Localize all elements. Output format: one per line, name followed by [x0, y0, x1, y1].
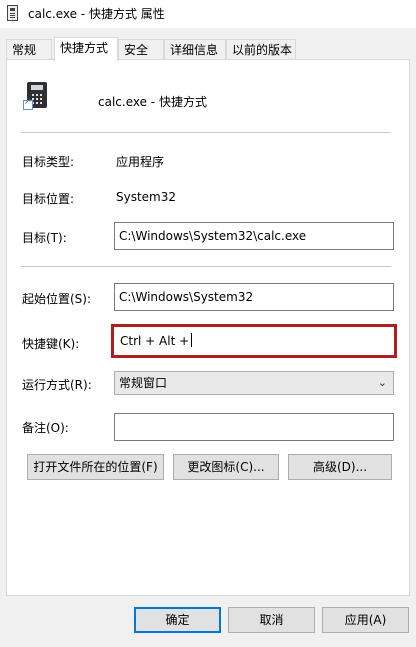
start-in-input[interactable]: C:\Windows\System32	[114, 283, 394, 311]
calculator-shortcut-icon	[23, 82, 51, 112]
advanced-button[interactable]: 高级(D)...	[288, 454, 392, 480]
run-label: 运行方式(R):	[22, 378, 92, 392]
properties-dialog: calc.exe - 快捷方式 属性 常规 快捷方式 安全 详细信息 以前的版本…	[0, 0, 416, 647]
tab-shortcut[interactable]: 快捷方式	[54, 37, 118, 61]
shortcut-arrow-icon	[23, 97, 33, 110]
text-caret	[191, 333, 193, 347]
run-select-value: 常规窗口	[119, 376, 168, 390]
window-title: calc.exe - 快捷方式 属性	[28, 7, 165, 21]
divider	[21, 132, 391, 133]
tab-details[interactable]: 详细信息	[164, 39, 226, 60]
hotkey-value: Ctrl + Alt +	[120, 334, 190, 348]
target-input[interactable]: C:\Windows\System32\calc.exe	[114, 222, 394, 250]
ok-button[interactable]: 确定	[134, 607, 221, 633]
target-label: 目标(T):	[22, 231, 67, 245]
shortcut-panel: calc.exe - 快捷方式 目标类型: 应用程序 目标位置: System3…	[6, 59, 410, 596]
comment-input[interactable]	[114, 413, 394, 441]
hotkey-input[interactable]: Ctrl + Alt +	[111, 324, 397, 358]
tab-previous-versions[interactable]: 以前的版本	[226, 39, 296, 60]
chevron-down-icon: ⌄	[377, 376, 387, 389]
tab-general[interactable]: 常规	[6, 39, 52, 60]
change-icon-button[interactable]: 更改图标(C)...	[173, 454, 279, 480]
target-type-value: 应用程序	[116, 155, 165, 169]
run-select[interactable]: 常规窗口 ⌄	[114, 371, 394, 395]
comment-label: 备注(O):	[22, 421, 69, 435]
cancel-button[interactable]: 取消	[228, 607, 315, 633]
open-file-location-button[interactable]: 打开文件所在的位置(F)	[27, 454, 164, 480]
start-in-label: 起始位置(S):	[22, 292, 92, 306]
apply-button[interactable]: 应用(A)	[322, 607, 409, 633]
title-bar[interactable]: calc.exe - 快捷方式 属性	[0, 0, 416, 28]
calculator-icon	[7, 5, 18, 21]
hotkey-label: 快捷键(K):	[22, 337, 80, 351]
target-location-value: System32	[116, 190, 177, 204]
divider	[21, 266, 391, 267]
target-type-label: 目标类型:	[22, 155, 75, 169]
tab-strip: 常规 快捷方式 安全 详细信息 以前的版本	[6, 37, 410, 61]
tab-security[interactable]: 安全	[118, 39, 164, 60]
target-location-label: 目标位置:	[22, 192, 75, 206]
shortcut-name: calc.exe - 快捷方式	[98, 95, 207, 109]
